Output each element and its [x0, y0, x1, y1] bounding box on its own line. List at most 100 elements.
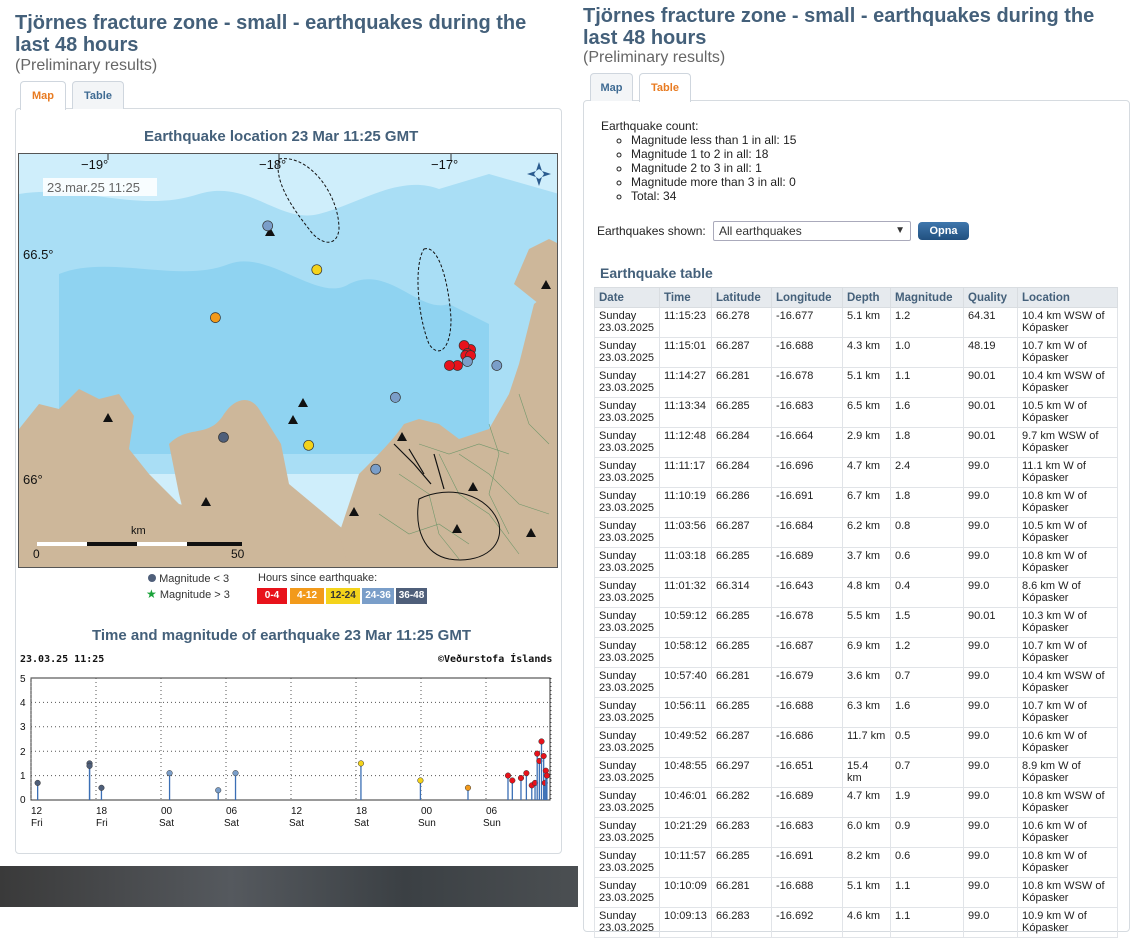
- quake-point: [504, 772, 512, 779]
- cell-magnitude: 1.2: [890, 307, 964, 338]
- cell-date: Sunday 23.03.2025: [594, 397, 660, 428]
- x-tick-day: Sat: [159, 818, 174, 829]
- cell-latitude: 66.284: [711, 427, 772, 458]
- cell-date: Sunday 23.03.2025: [594, 667, 660, 698]
- page-title: Tjörnes fracture zone - small - earthqua…: [583, 5, 1095, 49]
- cell-longitude: -16.678: [771, 607, 843, 638]
- cell-longitude: -16.688: [771, 697, 843, 728]
- cell-depth: 8.2 km: [842, 847, 891, 878]
- cell-date: Sunday 23.03.2025: [594, 427, 660, 458]
- count-item: Total: 34: [631, 189, 796, 203]
- x-tick-hour: 06: [226, 806, 238, 817]
- quake-marker: [303, 439, 314, 451]
- cell-magnitude: 1.6: [890, 397, 964, 428]
- cell-time: 10:59:12: [659, 607, 712, 638]
- cell-location: 10.8 km W of Kópasker: [1017, 487, 1118, 518]
- table-row: Sunday 23.03.2025 10:09:13 66.283 -16.692 4.…: [594, 907, 1118, 938]
- cell-depth: 6.9 km: [842, 637, 891, 668]
- cell-location: 10.6 km W of Kópasker: [1017, 817, 1118, 848]
- y-tick-label: 5: [20, 674, 26, 685]
- y-axis: 0 1 2 3 4 5: [20, 674, 26, 806]
- scale-bar-segment: [137, 542, 187, 546]
- scale-unit: km: [131, 525, 146, 537]
- cell-longitude: -16.679: [771, 667, 843, 698]
- cell-longitude: -16.687: [771, 637, 843, 668]
- earthquake-map[interactable]: −19° −18° −17° 66.5° 66° 23.mar.25 11:25…: [18, 153, 558, 568]
- cell-time: 11:13:34: [659, 397, 712, 428]
- cell-time: 11:01:32: [659, 577, 712, 608]
- lat-label: 66.5°: [23, 247, 54, 262]
- cell-time: 11:03:56: [659, 517, 712, 548]
- tab-map[interactable]: Map: [590, 73, 633, 101]
- cell-magnitude: 0.9: [890, 817, 964, 848]
- cell-depth: 11.7 km: [842, 727, 891, 758]
- chevron-down-icon: ▼: [895, 225, 905, 236]
- cell-depth: 5.1 km: [842, 367, 891, 398]
- x-tick-hour: 12: [291, 806, 303, 817]
- table-row: Sunday 23.03.2025 10:48:55 66.297 -16.651 15…: [594, 757, 1118, 788]
- cell-depth: 4.7 km: [842, 787, 891, 818]
- cell-longitude: -16.651: [771, 757, 843, 788]
- tab-table[interactable]: Table: [72, 81, 124, 109]
- column-header-time[interactable]: Time: [659, 287, 712, 308]
- x-tick-day: Sat: [354, 818, 369, 829]
- column-header-date[interactable]: Date: [594, 287, 660, 308]
- scale-end: 50: [231, 547, 245, 561]
- cell-latitude: 66.286: [711, 487, 772, 518]
- x-tick-hour: 18: [356, 806, 368, 817]
- cell-magnitude: 0.5: [890, 727, 964, 758]
- tab-table[interactable]: Table: [639, 73, 691, 102]
- cell-location: 10.4 km WSW of Kópasker: [1017, 307, 1118, 338]
- legend-large: ★ Magnitude > 3: [146, 587, 230, 601]
- open-button[interactable]: Opna: [918, 222, 969, 240]
- quake-point: [534, 750, 541, 757]
- map-timestamp: 23.mar.25 11:25: [47, 180, 140, 195]
- cell-latitude: 66.285: [711, 547, 772, 578]
- cell-latitude: 66.314: [711, 577, 772, 608]
- cell-quality: 99.0: [963, 637, 1018, 668]
- cell-latitude: 66.283: [711, 817, 772, 848]
- count-label: Earthquake count:: [601, 119, 699, 133]
- earthquakes-shown-select[interactable]: All earthquakes ▼: [713, 221, 911, 241]
- tab-map[interactable]: Map: [20, 81, 66, 110]
- column-header-magnitude[interactable]: Magnitude: [890, 287, 964, 308]
- lon-label: −19°: [81, 157, 108, 172]
- lon-label: −17°: [431, 157, 458, 172]
- cell-magnitude: 0.6: [890, 847, 964, 878]
- cell-quality: 99.0: [963, 577, 1018, 608]
- cell-time: 11:15:23: [659, 307, 712, 338]
- x-tick-day: Sun: [418, 818, 436, 829]
- hours-title: Hours since earthquake:: [258, 572, 378, 584]
- cell-magnitude: 1.9: [890, 787, 964, 818]
- column-header-location[interactable]: Location: [1017, 287, 1118, 308]
- cell-date: Sunday 23.03.2025: [594, 487, 660, 518]
- cell-depth: 15.4 km: [842, 757, 891, 788]
- quake-point: [509, 777, 516, 784]
- table-row: Sunday 23.03.2025 11:11:17 66.284 -16.696 4.…: [594, 457, 1118, 488]
- cell-date: Sunday 23.03.2025: [594, 367, 660, 398]
- cell-time: 10:09:13: [659, 907, 712, 938]
- cell-date: Sunday 23.03.2025: [594, 457, 660, 488]
- cell-location: 9.7 km WSW of Kópasker: [1017, 427, 1118, 458]
- column-header-longitude[interactable]: Longitude: [771, 287, 843, 308]
- cell-location: 10.5 km W of Kópasker: [1017, 397, 1118, 428]
- table-row: Sunday 23.03.2025 11:15:01 66.287 -16.688 4.…: [594, 337, 1118, 368]
- cell-location: 11.1 km W of Kópasker: [1017, 457, 1118, 488]
- cell-longitude: -16.692: [771, 907, 843, 938]
- cell-location: 10.8 km WSW of Kópasker: [1017, 877, 1118, 908]
- column-header-latitude[interactable]: Latitude: [711, 287, 772, 308]
- cell-magnitude: 1.5: [890, 607, 964, 638]
- table-row: Sunday 23.03.2025 10:46:01 66.282 -16.689 4.…: [594, 787, 1118, 818]
- cell-magnitude: 1.1: [890, 877, 964, 908]
- quake-marker: [491, 360, 503, 371]
- column-header-depth[interactable]: Depth: [842, 287, 891, 308]
- time-chart-title: Time and magnitude of earthquake 23 Mar …: [92, 627, 471, 644]
- cell-date: Sunday 23.03.2025: [594, 757, 660, 788]
- cell-quality: 99.0: [963, 817, 1018, 848]
- column-header-quality[interactable]: Quality: [963, 287, 1018, 308]
- y-tick-label: 1: [20, 771, 26, 782]
- cell-time: 11:15:01: [659, 337, 712, 368]
- quake-point: [523, 770, 530, 777]
- x-tick-day: Fri: [31, 818, 43, 829]
- table-row: Sunday 23.03.2025 10:49:52 66.287 -16.686 11…: [594, 727, 1118, 758]
